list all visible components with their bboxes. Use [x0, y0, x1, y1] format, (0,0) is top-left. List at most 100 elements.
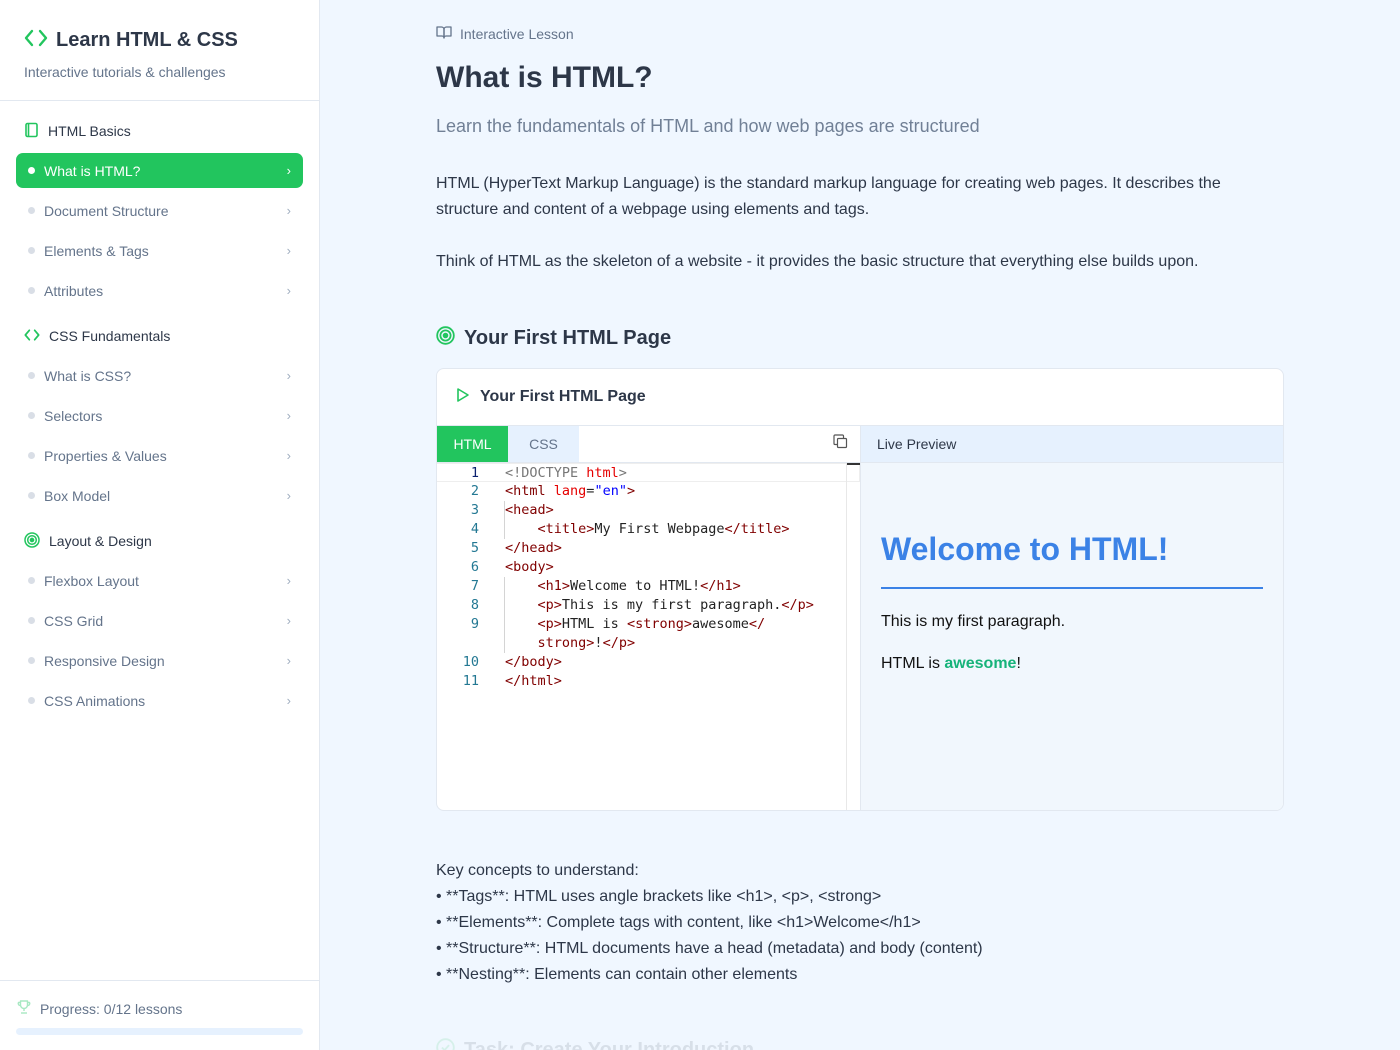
editor-scrollbar[interactable]: [846, 463, 860, 810]
sidebar-item-selectors[interactable]: Selectors ›: [16, 398, 303, 433]
key-concepts: Key concepts to understand: • **Tags**: …: [436, 858, 983, 988]
section-head: HTML Basics: [24, 121, 303, 141]
sidebar-item-what-is-css[interactable]: What is CSS? ›: [16, 358, 303, 393]
section-title: Layout & Design: [49, 533, 152, 549]
sidebar-item-label: CSS Grid: [44, 612, 104, 629]
progress-panel: Progress: 0/12 lessons: [0, 980, 319, 1050]
sidebar-item-label: Selectors: [44, 407, 103, 424]
progress-bar: [16, 1028, 303, 1035]
preview-strong: awesome: [944, 655, 1017, 672]
sidebar-item-css-animations[interactable]: CSS Animations ›: [16, 683, 303, 718]
status-dot: [28, 167, 35, 174]
chevron-right-icon: ›: [286, 283, 291, 298]
concept-item: • **Elements**: Complete tags with conte…: [436, 914, 921, 931]
chevron-right-icon: ›: [286, 448, 291, 463]
next-task-heading: Task: Create Your Introduction: [436, 1038, 754, 1050]
sidebar: Learn HTML & CSS Interactive tutorials &…: [0, 0, 320, 1050]
tab-html[interactable]: HTML: [437, 426, 508, 462]
status-dot: [28, 697, 35, 704]
code-icon: [24, 26, 48, 55]
chevron-right-icon: ›: [286, 243, 291, 258]
code-icon: [24, 327, 40, 346]
book-icon: [24, 122, 39, 141]
status-dot: [28, 617, 35, 624]
editor-tabs: HTML CSS: [437, 426, 860, 463]
intro-paragraph: HTML (HyperText Markup Language) is the …: [436, 175, 1221, 218]
sidebar-item-flexbox-layout[interactable]: Flexbox Layout ›: [16, 563, 303, 598]
status-dot: [28, 247, 35, 254]
lesson-nav: HTML Basics What is HTML? › Document Stru…: [0, 101, 319, 718]
code-line: strong>!</p>: [537, 635, 636, 651]
status-dot: [28, 492, 35, 499]
section-head: Layout & Design: [24, 531, 303, 551]
preview-paragraph: HTML is awesome!: [881, 655, 1021, 672]
code-line: 4 <title>My First Webpage</title>: [470, 521, 790, 537]
preview-content: Welcome to HTML! This is my first paragr…: [861, 463, 1283, 673]
tab-css[interactable]: CSS: [508, 426, 579, 462]
playground-title: Your First HTML Page: [480, 388, 646, 405]
section-heading: Your First HTML Page: [436, 326, 671, 351]
sidebar-item-label: Document Structure: [44, 202, 169, 219]
section-css-fundamentals: CSS Fundamentals What is CSS? › Selectors…: [16, 326, 303, 513]
sidebar-item-label: Flexbox Layout: [44, 572, 139, 589]
status-dot: [28, 657, 35, 664]
sidebar-item-label: Responsive Design: [44, 652, 165, 669]
code-line: 5 </head>: [470, 540, 562, 556]
sidebar-item-attributes[interactable]: Attributes ›: [16, 273, 303, 308]
breadcrumb: Interactive Lesson: [436, 25, 574, 42]
code-editor[interactable]: HTML CSS 1 <!DOCTYPE html> 2 <html lang="e…: [437, 426, 861, 810]
page-title: What is HTML?: [436, 61, 653, 94]
code-line: 6 <body>: [470, 559, 554, 575]
code-playground: Your First HTML Page HTML CSS 1 <!DOCTYP…: [436, 368, 1284, 811]
sidebar-item-properties-values[interactable]: Properties & Values ›: [16, 438, 303, 473]
sidebar-item-elements-tags[interactable]: Elements & Tags ›: [16, 233, 303, 268]
open-book-icon: [436, 25, 452, 42]
sidebar-item-label: Box Model: [44, 487, 111, 504]
section-html-basics: HTML Basics What is HTML? › Document Stru…: [16, 121, 303, 308]
status-dot: [28, 287, 35, 294]
concepts-intro: Key concepts to understand:: [436, 862, 639, 879]
brand-subtitle: Interactive tutorials & challenges: [24, 64, 226, 80]
skeleton-paragraph: Think of HTML as the skeleton of a websi…: [436, 253, 1199, 270]
chevron-right-icon: ›: [286, 693, 291, 708]
status-dot: [28, 412, 35, 419]
code-line: 7 <h1>Welcome to HTML!</h1>: [470, 578, 741, 594]
live-preview: Live Preview Welcome to HTML! This is my…: [861, 426, 1283, 810]
chevron-right-icon: ›: [286, 613, 291, 628]
code-area[interactable]: 1 <!DOCTYPE html> 2 <html lang="en"> 3 <hea…: [437, 463, 860, 691]
copy-icon: [832, 434, 848, 454]
code-line: 10 </body>: [462, 654, 562, 670]
check-icon: [436, 1038, 455, 1050]
next-task-title: Task: Create Your Introduction: [464, 1039, 755, 1050]
sidebar-item-label: What is HTML?: [44, 162, 141, 179]
chevron-right-icon: ›: [286, 653, 291, 668]
chevron-right-icon: ›: [286, 573, 291, 588]
trophy-icon: [16, 999, 32, 1018]
target-icon: [436, 326, 455, 351]
copy-button[interactable]: [820, 426, 860, 462]
sidebar-item-css-grid[interactable]: CSS Grid ›: [16, 603, 303, 638]
sidebar-item-label: Elements & Tags: [44, 242, 149, 259]
status-dot: [28, 452, 35, 459]
brand-title: Learn HTML & CSS: [56, 29, 238, 51]
chevron-right-icon: ›: [286, 163, 291, 178]
concept-item: • **Structure**: HTML documents have a h…: [436, 940, 983, 957]
section-layout-design: Layout & Design Flexbox Layout › CSS Grid…: [16, 531, 303, 718]
sidebar-item-what-is-html[interactable]: What is HTML? ›: [16, 153, 303, 188]
sidebar-item-document-structure[interactable]: Document Structure ›: [16, 193, 303, 228]
progress-label: Progress: 0/12 lessons: [40, 1000, 183, 1017]
breadcrumb-label: Interactive Lesson: [460, 25, 574, 42]
status-dot: [28, 372, 35, 379]
concept-item: • **Nesting**: Elements can contain othe…: [436, 966, 798, 983]
play-icon[interactable]: [455, 387, 470, 408]
code-line: 3 <head>: [470, 502, 554, 518]
chevron-right-icon: ›: [286, 368, 291, 383]
preview-label: Live Preview: [861, 426, 1283, 463]
sidebar-item-label: Attributes: [44, 282, 104, 299]
lesson-content: Interactive Lesson What is HTML? Learn t…: [320, 0, 1400, 1050]
playground-header: Your First HTML Page: [437, 369, 1283, 426]
section-title: CSS Fundamentals: [49, 328, 171, 344]
section-title: HTML Basics: [48, 123, 131, 139]
sidebar-item-box-model[interactable]: Box Model ›: [16, 478, 303, 513]
sidebar-item-responsive-design[interactable]: Responsive Design ›: [16, 643, 303, 678]
